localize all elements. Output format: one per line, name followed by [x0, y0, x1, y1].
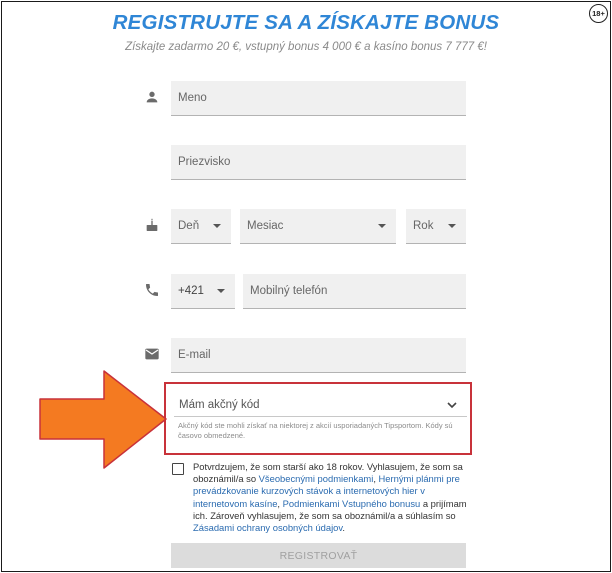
page-title: REGISTRUJTE SA A ZÍSKAJTE BONUS	[112, 11, 500, 34]
consent-text-part: .	[342, 522, 345, 534]
promo-code-panel[interactable]: Mám akčný kód Akčný kód ste mohli získať…	[164, 382, 472, 455]
register-button[interactable]: REGISTROVAŤ	[171, 543, 466, 568]
first-name-field[interactable]	[171, 81, 466, 116]
bonus-terms-link[interactable]: Podmienkami Vstupného bonusu	[283, 498, 421, 509]
birth-day-select[interactable]: Deň	[171, 209, 231, 244]
chevron-down-icon	[378, 224, 386, 228]
arrow-right-icon	[39, 370, 167, 469]
birth-day-label: Deň	[178, 220, 200, 232]
phone-icon	[146, 284, 158, 296]
chevron-down-icon	[448, 224, 456, 228]
birth-year-label: Rok	[413, 220, 434, 232]
consent-checkbox[interactable]	[172, 463, 184, 475]
privacy-policy-link[interactable]: Zásadami ochrany osobných údajov	[193, 522, 342, 533]
last-name-input[interactable]	[178, 156, 466, 168]
birth-month-select[interactable]: Mesiac	[240, 209, 396, 244]
promo-code-title: Mám akčný kód	[179, 399, 260, 411]
birth-year-select[interactable]: Rok	[406, 209, 466, 244]
email-input[interactable]	[178, 349, 466, 361]
first-name-input[interactable]	[178, 92, 466, 104]
envelope-icon	[145, 348, 159, 360]
chevron-down-icon	[217, 289, 225, 293]
phone-field[interactable]	[243, 274, 466, 309]
phone-prefix-select[interactable]: +421	[171, 274, 235, 309]
promo-code-description: Akčný kód ste mohli získať na niektorej …	[178, 421, 453, 440]
chevron-down-icon[interactable]	[446, 400, 458, 410]
promo-divider	[174, 416, 467, 417]
age-restriction-badge: 18+	[589, 4, 608, 23]
chevron-down-icon	[213, 224, 221, 228]
email-field[interactable]	[171, 338, 466, 373]
last-name-field[interactable]	[171, 145, 466, 180]
person-icon	[146, 91, 158, 103]
cake-icon	[146, 218, 158, 231]
phone-input[interactable]	[250, 285, 466, 297]
birth-month-label: Mesiac	[247, 220, 284, 232]
terms-link[interactable]: Všeobecnými podmienkami	[259, 473, 374, 484]
phone-prefix-value: +421	[178, 285, 204, 297]
page-subtitle: Získajte zadarmo 20 €, vstupný bonus 4 0…	[125, 41, 487, 53]
consent-text: Potvrdzujem, že som starší ako 18 rokov.…	[193, 461, 468, 534]
